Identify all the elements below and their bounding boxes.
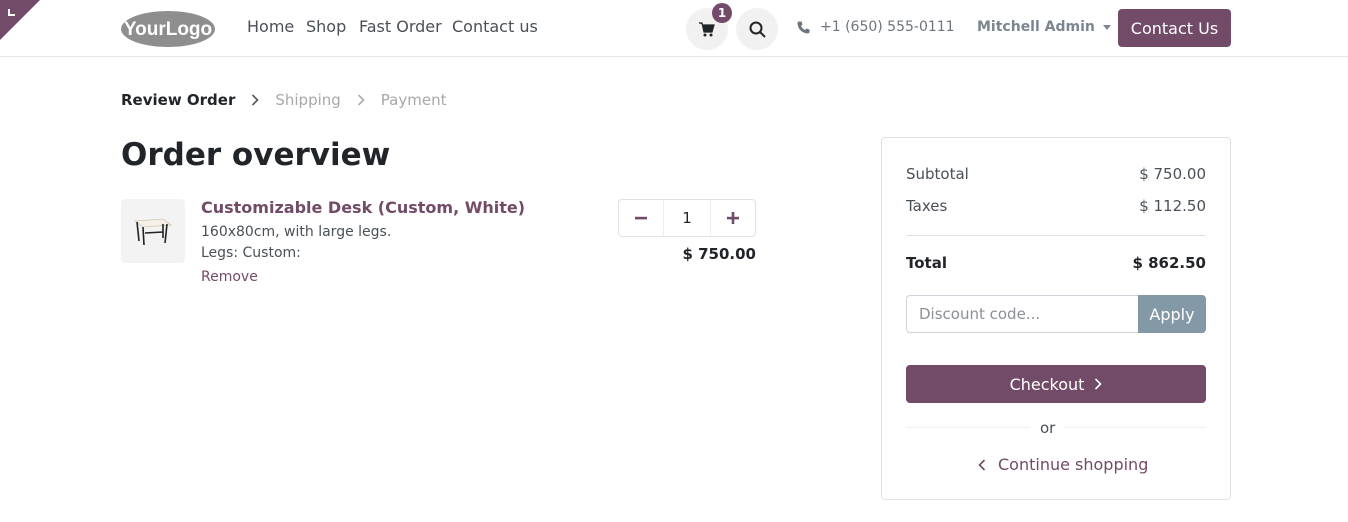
nav-contact-us[interactable]: Contact us bbox=[452, 17, 538, 36]
discount-form: Apply bbox=[906, 295, 1206, 333]
apply-discount-button[interactable]: Apply bbox=[1138, 295, 1206, 333]
increase-quantity-button[interactable] bbox=[711, 200, 755, 236]
product-image[interactable] bbox=[121, 199, 185, 263]
taxes-label: Taxes bbox=[906, 197, 948, 215]
plus-icon bbox=[727, 212, 739, 224]
caret-down-icon bbox=[1102, 24, 1111, 30]
taxes-row: Taxes $ 112.50 bbox=[906, 197, 1206, 215]
nav-home[interactable]: Home bbox=[247, 17, 294, 36]
remove-link[interactable]: Remove bbox=[201, 269, 258, 285]
search-button[interactable] bbox=[736, 8, 778, 50]
subtotal-value: $ 750.00 bbox=[1139, 165, 1206, 183]
checkout-steps: Review Order Shipping Payment bbox=[121, 91, 446, 109]
desk-icon bbox=[133, 218, 173, 246]
cart-icon bbox=[699, 21, 715, 36]
product-attribute: Legs: Custom: bbox=[201, 245, 301, 261]
search-icon bbox=[749, 21, 766, 38]
phone-link[interactable]: +1 (650) 555-0111 bbox=[797, 19, 955, 35]
cart-count-badge: 1 bbox=[712, 3, 732, 23]
chevron-left-icon bbox=[978, 458, 986, 471]
contact-us-button[interactable]: Contact Us bbox=[1118, 9, 1231, 47]
taxes-value: $ 112.50 bbox=[1139, 197, 1206, 215]
chevron-right-icon bbox=[1095, 378, 1103, 390]
logo-text: YourLogo bbox=[124, 19, 212, 40]
total-row: Total $ 862.50 bbox=[906, 254, 1206, 272]
site-header: YourLogo Home Shop Fast Order Contact us… bbox=[0, 0, 1348, 57]
product-description: 160x80cm, with large legs. bbox=[201, 224, 392, 240]
total-value: $ 862.50 bbox=[1132, 254, 1206, 272]
chevron-right-icon bbox=[251, 94, 259, 106]
discount-code-input[interactable] bbox=[906, 295, 1138, 333]
nav-fast-order[interactable]: Fast Order bbox=[359, 17, 442, 36]
checkout-label: Checkout bbox=[1009, 374, 1085, 394]
continue-shopping-label: Continue shopping bbox=[998, 455, 1149, 474]
subtotal-label: Subtotal bbox=[906, 165, 969, 183]
quantity-stepper: 1 bbox=[618, 199, 756, 237]
summary-divider bbox=[906, 235, 1206, 236]
or-text: or bbox=[1030, 419, 1066, 437]
phone-icon bbox=[797, 21, 810, 33]
decrease-quantity-button[interactable] bbox=[619, 200, 663, 236]
nav-shop[interactable]: Shop bbox=[306, 17, 346, 36]
continue-shopping-link[interactable]: Continue shopping bbox=[978, 455, 1148, 474]
user-menu[interactable]: Mitchell Admin bbox=[977, 19, 1111, 35]
phone-number: +1 (650) 555-0111 bbox=[820, 19, 955, 35]
step-payment: Payment bbox=[380, 91, 447, 109]
checkout-button[interactable]: Checkout bbox=[906, 365, 1206, 403]
chevron-right-icon bbox=[357, 94, 365, 106]
order-summary-card: Subtotal $ 750.00 Taxes $ 112.50 Total $… bbox=[881, 137, 1231, 500]
site-logo[interactable]: YourLogo bbox=[120, 10, 216, 48]
page-title: Order overview bbox=[121, 137, 391, 173]
product-name-link[interactable]: Customizable Desk (Custom, White) bbox=[201, 198, 525, 217]
user-name: Mitchell Admin bbox=[977, 19, 1095, 35]
step-shipping: Shipping bbox=[275, 91, 341, 109]
minus-icon bbox=[635, 216, 647, 220]
line-item-price: $ 750.00 bbox=[682, 245, 756, 263]
total-label: Total bbox=[906, 254, 947, 272]
subtotal-row: Subtotal $ 750.00 bbox=[906, 165, 1206, 183]
step-review-order: Review Order bbox=[121, 91, 236, 109]
quantity-input[interactable]: 1 bbox=[663, 200, 711, 236]
